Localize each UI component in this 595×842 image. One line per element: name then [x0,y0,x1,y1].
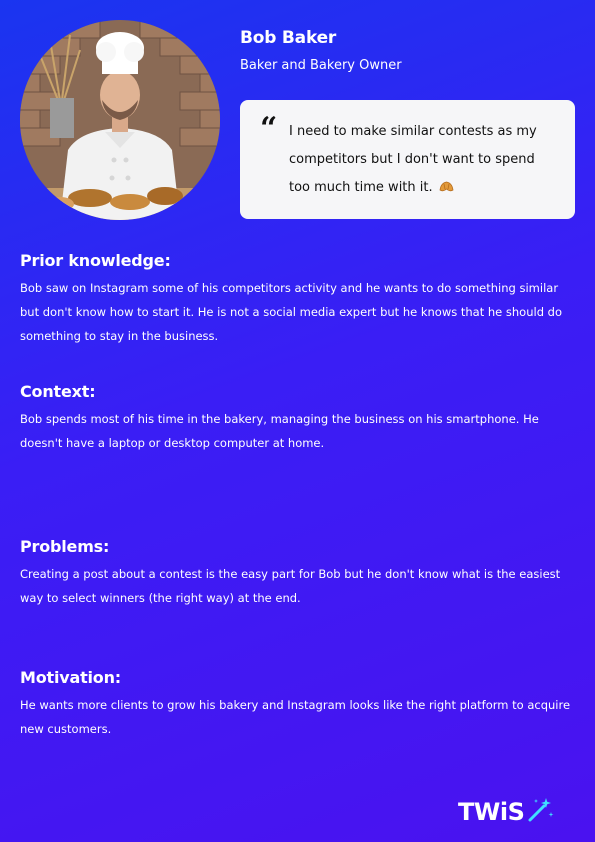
section-motivation: Motivation: He wants more clients to gro… [20,668,576,741]
section-body: Bob spends most of his time in the baker… [20,412,539,450]
section-heading: Motivation: [20,668,121,687]
section-body: Creating a post about a contest is the e… [20,567,561,605]
section-body: He wants more clients to grow his bakery… [20,698,571,736]
section-prior-knowledge: Prior knowledge: Bob saw on Instagram so… [20,251,576,348]
profile-photo [20,20,220,220]
profile-name: Bob Baker [240,28,337,48]
quote-mark-icon: “ [260,111,278,146]
section-problems: Problems: Creating a post about a contes… [20,537,576,610]
section-heading: Context: [20,382,96,401]
magic-wand-icon [526,796,554,828]
croissant-icon [439,176,454,204]
logo-text: TWiS [458,798,525,826]
chef-photo-illustration [20,20,220,220]
quote-text: I need to make similar contests as my co… [289,118,559,204]
brand-logo: TWiS [458,796,554,828]
section-body: Bob saw on Instagram some of his competi… [20,281,562,343]
profile-role: Baker and Bakery Owner [240,58,402,73]
section-heading: Prior knowledge: [20,251,171,270]
quote-body: I need to make similar contests as my co… [289,124,537,195]
section-heading: Problems: [20,537,110,556]
section-context: Context: Bob spends most of his time in … [20,382,576,455]
quote-card: “ I need to make similar contests as my … [240,100,575,219]
